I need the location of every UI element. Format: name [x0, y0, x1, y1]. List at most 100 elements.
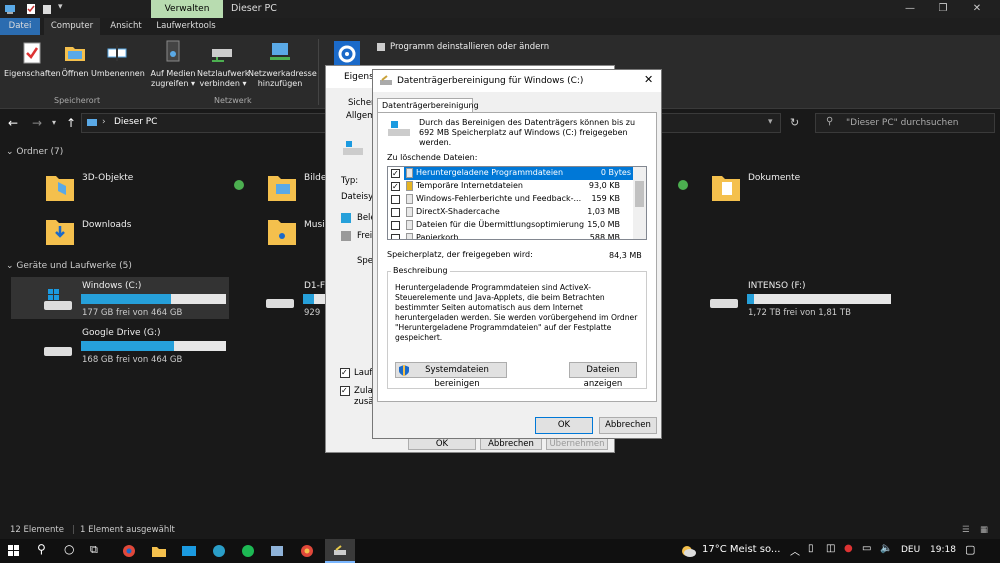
refresh-icon[interactable]: ↻ — [790, 116, 799, 129]
recent-dropdown-icon[interactable]: ▾ — [52, 118, 56, 127]
tray-battery-icon[interactable]: ▭ — [862, 543, 871, 554]
properties-quick-icon[interactable] — [26, 3, 36, 15]
drive-c-name[interactable]: Windows (C:) — [82, 281, 141, 291]
file-checkbox[interactable] — [391, 208, 400, 217]
task-view-icon[interactable]: ⧉ — [90, 543, 98, 557]
search-icon[interactable]: ⚲ — [37, 542, 46, 556]
drive-c-usage-fill — [81, 294, 171, 304]
tray-app-icon[interactable]: ◫ — [826, 543, 835, 554]
tray-alert-icon[interactable]: ● — [844, 543, 853, 554]
details-view-icon[interactable]: ☰ — [962, 521, 970, 539]
rename-button[interactable]: Umbenennen — [91, 69, 145, 79]
drives-header[interactable]: ⌄ Geräte und Laufwerke (5) — [6, 261, 132, 271]
file-checkbox[interactable]: ✓ — [391, 169, 400, 178]
up-arrow-icon[interactable]: ↑ — [66, 116, 76, 130]
system-files-button[interactable]: Systemdateien bereinigen — [395, 362, 507, 389]
file-name: DirectX-Shadercache — [416, 207, 500, 216]
minimize-icon[interactable]: — — [895, 0, 925, 18]
restore-icon[interactable]: ❐ — [928, 0, 958, 18]
tray-chevron-icon[interactable]: ︿ — [790, 543, 800, 558]
close-icon[interactable]: ✕ — [962, 0, 992, 18]
file-name: Heruntergeladene Programmdateien — [416, 168, 564, 177]
file-row[interactable]: Dateien für die Übermittlungsoptimierung… — [388, 219, 638, 232]
file-checkbox[interactable] — [391, 195, 400, 204]
file-checkbox[interactable]: ✓ — [391, 182, 400, 191]
drive-f-free: 1,72 TB frei von 1,81 TB — [748, 308, 851, 318]
start-windows-icon[interactable] — [8, 545, 20, 557]
folder-downloads[interactable]: Downloads — [82, 220, 131, 230]
group-location-label: Speicherort — [54, 96, 101, 105]
properties-apply-button[interactable]: Übernehmen — [546, 438, 608, 450]
tab-view[interactable]: Ansicht — [104, 18, 148, 35]
properties-cancel-button[interactable]: Abbrechen — [480, 438, 542, 450]
quick-access-dropdown-icon[interactable]: ▾ — [58, 2, 63, 12]
view-files-button[interactable]: Dateien anzeigen — [569, 362, 637, 389]
file-row[interactable]: ✓ Temporäre Internetdateien 93,0 KB — [388, 180, 638, 193]
search-input[interactable]: "Dieser PC" durchsuchen — [815, 113, 995, 133]
tab-file[interactable]: Datei — [0, 18, 40, 35]
files-scrollbar[interactable] — [633, 167, 646, 239]
disk-cleanup-taskbar-item[interactable] — [325, 539, 355, 563]
folder-documents[interactable]: Dokumente — [748, 173, 800, 183]
disk-cleanup-icon — [334, 545, 346, 555]
address-path[interactable]: Dieser PC — [114, 117, 157, 127]
new-folder-quick-icon[interactable] — [42, 3, 52, 15]
spotify-icon[interactable] — [241, 544, 255, 558]
dialog-close-icon[interactable]: ✕ — [644, 73, 653, 86]
sync-ok-icon — [234, 180, 244, 190]
file-icon — [406, 194, 413, 204]
chrome-icon[interactable] — [122, 544, 136, 558]
file-checkbox[interactable] — [391, 221, 400, 230]
file-row[interactable]: Papierkorb 588 MB — [388, 232, 638, 239]
tray-phone-icon[interactable]: ▯ — [808, 543, 814, 554]
notification-icon[interactable]: ▢ — [965, 543, 975, 556]
uninstall-link[interactable]: Programm deinstallieren oder ändern — [390, 42, 549, 52]
compress-checkbox[interactable]: ✓ — [340, 368, 350, 378]
network-location-icon — [270, 43, 290, 60]
files-list[interactable]: ✓ Heruntergeladene Programmdateien 0 Bytes… — [387, 166, 647, 240]
status-bar: 12 Elemente | 1 Element ausgewählt ☰ ▦ — [0, 521, 1000, 539]
disk-cleanup-dialog: Datenträgerbereinigung für Windows (C:) … — [372, 69, 662, 439]
address-dropdown-icon[interactable]: ▾ — [768, 117, 773, 127]
folders-header[interactable]: ⌄ Ordner (7) — [6, 147, 63, 157]
drive-d-name[interactable]: D1-F — [304, 281, 325, 291]
properties-ok-button[interactable]: OK — [408, 438, 476, 450]
edge-icon[interactable] — [212, 544, 226, 558]
index-checkbox[interactable]: ✓ — [340, 386, 350, 396]
map-network-drive-button[interactable]: Netzlaufwerk verbinden ▾ — [197, 69, 250, 89]
access-media-button[interactable]: Auf Medien zugreifen ▾ — [148, 69, 198, 89]
weather-text[interactable]: 17°C Meist so... — [702, 544, 780, 555]
chrome-icon[interactable] — [300, 544, 314, 558]
file-explorer-icon[interactable] — [152, 545, 166, 557]
file-checkbox[interactable] — [391, 234, 400, 239]
tab-computer[interactable]: Computer — [44, 18, 100, 35]
files-scrollbar-thumb[interactable] — [635, 181, 644, 207]
file-row[interactable]: Windows-Fehlerberichte und Feedback-... 1… — [388, 193, 638, 206]
cortana-icon[interactable]: ○ — [64, 542, 74, 556]
tab-security[interactable]: Sicher — [348, 98, 375, 108]
forward-arrow-icon[interactable]: → — [32, 116, 42, 130]
back-arrow-icon[interactable]: ← — [8, 116, 18, 130]
mail-icon[interactable] — [182, 545, 196, 557]
settings-gear-icon[interactable] — [334, 41, 360, 67]
computer-icon[interactable] — [4, 3, 16, 15]
app-icon[interactable] — [270, 545, 284, 557]
clock[interactable]: 19:18 — [930, 545, 956, 555]
tiles-view-icon[interactable]: ▦ — [980, 521, 988, 539]
manage-tab[interactable]: Verwalten — [151, 0, 223, 18]
file-row[interactable]: DirectX-Shadercache 1,03 MB — [388, 206, 638, 219]
add-network-location-button[interactable]: Netzwerkadresse hinzufügen — [248, 69, 317, 89]
tab-drive-tools[interactable]: Laufwerktools — [152, 18, 220, 35]
folder-3d-objects[interactable]: 3D-Objekte — [82, 173, 133, 183]
disk-cleanup-icon — [380, 75, 392, 85]
properties-button[interactable]: Eigenschaften — [4, 69, 61, 79]
ok-button[interactable]: OK — [535, 417, 593, 434]
drive-g-name[interactable]: Google Drive (G:) — [82, 328, 160, 338]
volume-icon[interactable]: 🔈 — [880, 543, 892, 554]
weather-cloud-icon[interactable] — [680, 544, 696, 558]
open-button[interactable]: Öffnen — [58, 69, 92, 79]
language-indicator[interactable]: DEU — [901, 545, 920, 555]
drive-f-name[interactable]: INTENSO (F:) — [748, 281, 806, 291]
file-row[interactable]: ✓ Heruntergeladene Programmdateien 0 Bytes — [391, 167, 633, 180]
cancel-button[interactable]: Abbrechen — [599, 417, 657, 434]
